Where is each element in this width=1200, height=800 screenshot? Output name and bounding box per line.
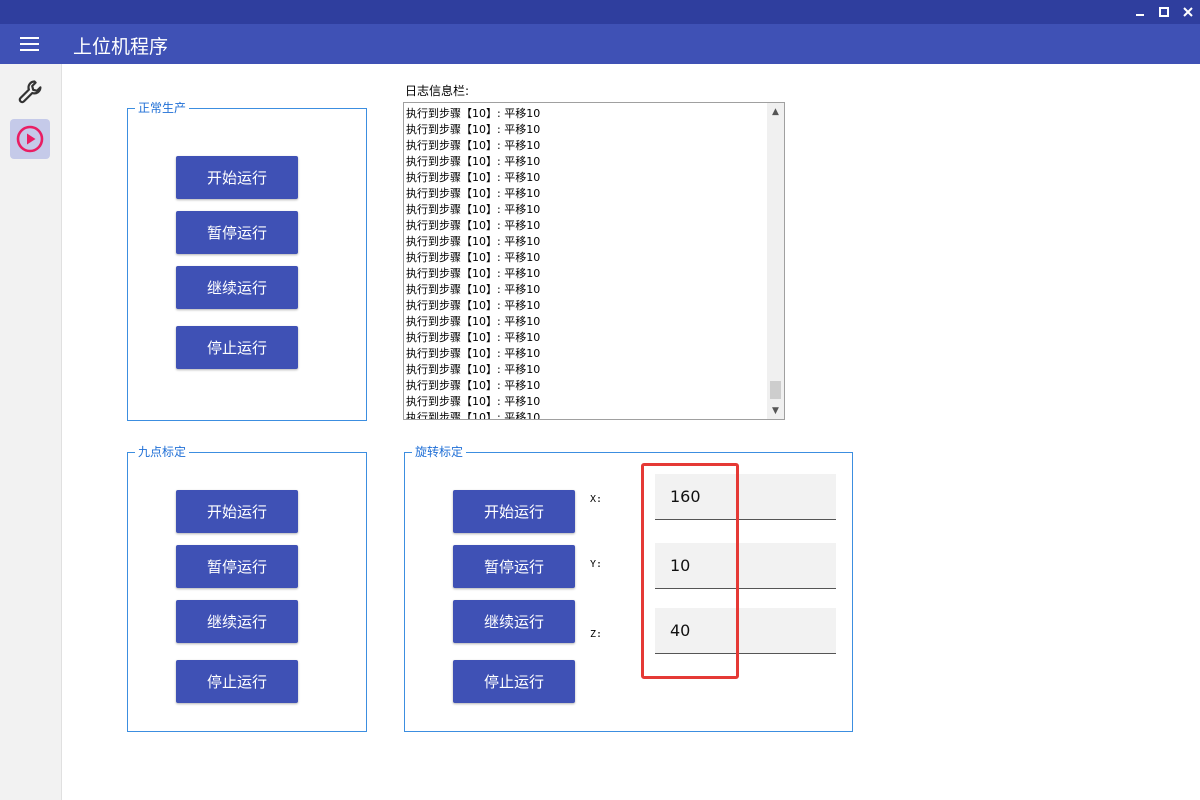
- normal-pause-button[interactable]: 暂停运行: [176, 211, 298, 254]
- z-label: Z:: [590, 629, 603, 640]
- close-button[interactable]: [1176, 0, 1200, 24]
- maximize-button[interactable]: [1152, 0, 1176, 24]
- normal-resume-button[interactable]: 继续运行: [176, 266, 298, 309]
- log-line: 执行到步骤【10】: 平移10: [406, 123, 541, 136]
- log-line: 执行到步骤【10】: 平移10: [406, 411, 541, 420]
- nine-point-start-button[interactable]: 开始运行: [176, 490, 298, 533]
- log-label: 日志信息栏:: [405, 84, 470, 98]
- play-circle-icon: [16, 125, 44, 153]
- normal-stop-button[interactable]: 停止运行: [176, 326, 298, 369]
- rotation-stop-button[interactable]: 停止运行: [453, 660, 575, 703]
- scroll-down-icon[interactable]: ▼: [767, 402, 784, 419]
- nine-point-resume-button[interactable]: 继续运行: [176, 600, 298, 643]
- log-line: 执行到步骤【10】: 平移10: [406, 139, 541, 152]
- sidebar-item-run[interactable]: [10, 119, 50, 159]
- app-title: 上位机程序: [73, 36, 169, 58]
- sidebar-item-settings[interactable]: [10, 72, 50, 112]
- log-line: 执行到步骤【10】: 平移10: [406, 331, 541, 344]
- app-header: 上位机程序: [0, 24, 1200, 64]
- normal-production-group: 正常生产: [127, 101, 367, 421]
- group-title: 九点标定: [135, 445, 190, 459]
- highlight-box: [641, 463, 739, 679]
- window-titlebar: [0, 0, 1200, 24]
- scroll-thumb[interactable]: [770, 381, 781, 399]
- maximize-icon: [1159, 7, 1169, 17]
- log-line: 执行到步骤【10】: 平移10: [406, 219, 541, 232]
- group-title: 旋转标定: [412, 445, 467, 459]
- rotation-start-button[interactable]: 开始运行: [453, 490, 575, 533]
- minimize-icon: [1136, 14, 1144, 16]
- log-line: 执行到步骤【10】: 平移10: [406, 267, 541, 280]
- scroll-up-icon[interactable]: ▲: [767, 103, 784, 120]
- normal-start-button[interactable]: 开始运行: [176, 156, 298, 199]
- wrench-icon: [18, 80, 42, 104]
- hamburger-icon[interactable]: [20, 37, 39, 51]
- log-scrollbar[interactable]: ▲ ▼: [767, 103, 784, 419]
- log-line: 执行到步骤【10】: 平移10: [406, 171, 541, 184]
- nine-point-pause-button[interactable]: 暂停运行: [176, 545, 298, 588]
- log-line: 执行到步骤【10】: 平移10: [406, 347, 541, 360]
- rotation-resume-button[interactable]: 继续运行: [453, 600, 575, 643]
- log-lines: 执行到步骤【10】: 平移10 执行到步骤【10】: 平移10 执行到步骤【10】:…: [406, 106, 766, 420]
- rotation-pause-button[interactable]: 暂停运行: [453, 545, 575, 588]
- log-line: 执行到步骤【10】: 平移10: [406, 363, 541, 376]
- log-line: 执行到步骤【10】: 平移10: [406, 107, 541, 120]
- close-icon: [1183, 7, 1193, 17]
- nine-point-stop-button[interactable]: 停止运行: [176, 660, 298, 703]
- log-line: 执行到步骤【10】: 平移10: [406, 299, 541, 312]
- sidebar: [0, 64, 62, 800]
- log-line: 执行到步骤【10】: 平移10: [406, 315, 541, 328]
- minimize-button[interactable]: [1128, 0, 1152, 24]
- log-textbox[interactable]: 执行到步骤【10】: 平移10 执行到步骤【10】: 平移10 执行到步骤【10】:…: [403, 102, 785, 420]
- log-line: 执行到步骤【10】: 平移10: [406, 251, 541, 264]
- log-line: 执行到步骤【10】: 平移10: [406, 187, 541, 200]
- log-line: 执行到步骤【10】: 平移10: [406, 203, 541, 216]
- log-line: 执行到步骤【10】: 平移10: [406, 155, 541, 168]
- log-line: 执行到步骤【10】: 平移10: [406, 395, 541, 408]
- x-label: X:: [590, 494, 603, 505]
- log-line: 执行到步骤【10】: 平移10: [406, 283, 541, 296]
- log-line: 执行到步骤【10】: 平移10: [406, 379, 541, 392]
- y-label: Y:: [590, 559, 603, 570]
- group-title: 正常生产: [135, 101, 190, 115]
- log-line: 执行到步骤【10】: 平移10: [406, 235, 541, 248]
